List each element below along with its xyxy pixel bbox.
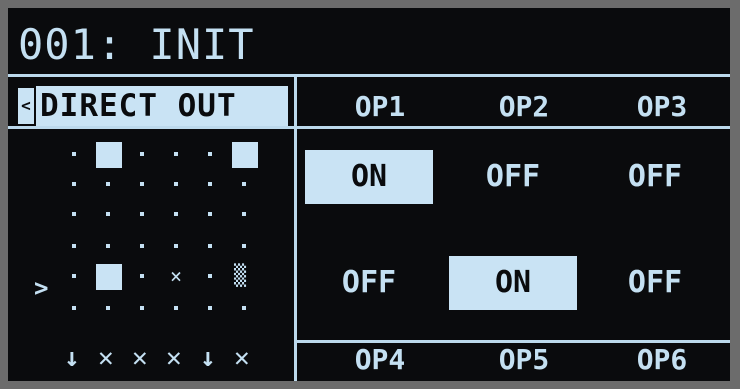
matrix-dot — [208, 306, 212, 310]
matrix-dot — [72, 152, 76, 156]
matrix-dot — [140, 244, 144, 248]
op1-toggle[interactable]: ON — [305, 150, 433, 204]
matrix-dot — [242, 244, 246, 248]
op3-toggle[interactable]: OFF — [591, 150, 719, 204]
matrix-dot — [140, 212, 144, 216]
matrix-dot — [208, 274, 212, 278]
matrix-cell-filled — [96, 142, 122, 168]
op5-toggle[interactable]: ON — [449, 256, 577, 310]
synth-display: 001: INIT < DIRECT OUT OP1 OP2 OP3 ON OF… — [8, 8, 730, 381]
op2-toggle[interactable]: OFF — [449, 150, 577, 204]
matrix-dot — [106, 306, 110, 310]
matrix-dot — [208, 152, 212, 156]
matrix-dot — [208, 182, 212, 186]
matrix-dot — [72, 306, 76, 310]
panel-divider — [294, 76, 297, 381]
matrix-dot — [242, 212, 246, 216]
output-arrow-icon: ↓ — [200, 343, 216, 373]
op6-header: OP6 — [636, 343, 688, 376]
matrix-dot — [106, 244, 110, 248]
op-header-top-divider — [8, 126, 730, 129]
matrix-cell-filled — [232, 142, 258, 168]
matrix-dot — [140, 306, 144, 310]
matrix-dot — [242, 306, 246, 310]
matrix-dot — [174, 306, 178, 310]
output-x-icon: ✕ — [234, 343, 250, 373]
matrix-dot — [174, 152, 178, 156]
matrix-dot — [72, 212, 76, 216]
matrix-dot — [174, 212, 178, 216]
op5-header: OP5 — [498, 343, 550, 376]
header-divider — [8, 74, 730, 77]
matrix-dot — [106, 182, 110, 186]
output-x-icon: ✕ — [166, 343, 182, 373]
patch-title: 001: INIT — [18, 20, 255, 69]
output-x-icon: ✕ — [98, 343, 114, 373]
matrix-dot — [208, 212, 212, 216]
matrix-dot — [140, 182, 144, 186]
matrix-cell-pattern-icon: ▒ — [234, 263, 247, 287]
matrix-dot — [174, 182, 178, 186]
output-arrow-icon: ↓ — [64, 343, 80, 373]
matrix-cell-x-icon: × — [170, 264, 183, 288]
output-x-icon: ✕ — [132, 343, 148, 373]
matrix-dot — [140, 152, 144, 156]
op1-header: OP1 — [354, 90, 406, 123]
matrix-dot — [106, 212, 110, 216]
matrix-dot — [208, 244, 212, 248]
matrix-dot — [140, 274, 144, 278]
matrix-dot — [242, 182, 246, 186]
matrix-dot — [72, 274, 76, 278]
matrix-dot — [174, 244, 178, 248]
mode-label: DIRECT OUT — [40, 88, 237, 124]
matrix-cursor-cell — [96, 264, 122, 290]
row-marker-icon: > — [34, 274, 49, 302]
matrix-dot — [72, 182, 76, 186]
mode-prev-arrow-icon[interactable]: < — [18, 88, 34, 124]
op3-header: OP3 — [636, 90, 688, 123]
op4-toggle[interactable]: OFF — [305, 256, 433, 310]
matrix-dot — [72, 244, 76, 248]
op6-toggle[interactable]: OFF — [591, 256, 719, 310]
op2-header: OP2 — [498, 90, 550, 123]
op4-header: OP4 — [354, 343, 406, 376]
